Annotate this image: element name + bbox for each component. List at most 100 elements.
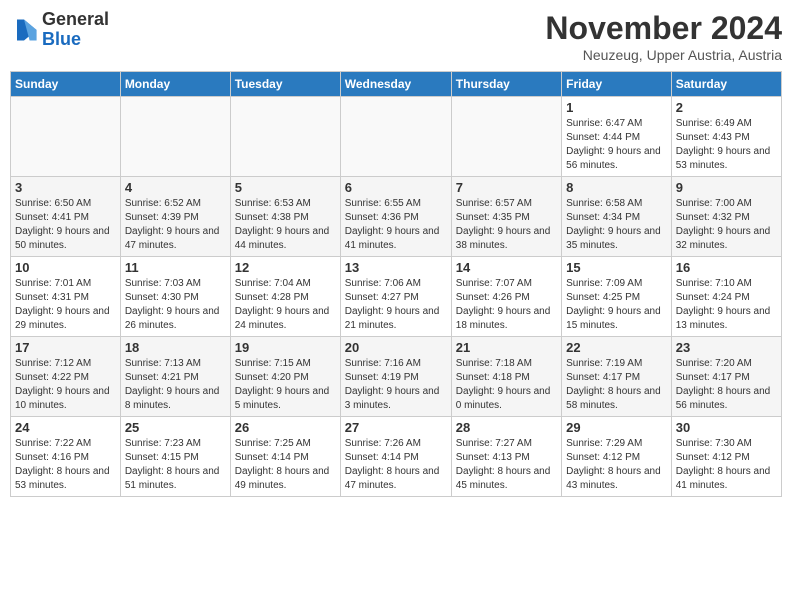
day-info: Sunrise: 7:29 AM Sunset: 4:12 PM Dayligh… — [566, 437, 667, 493]
day-info: Sunrise: 7:30 AM Sunset: 4:12 PM Dayligh… — [676, 437, 777, 493]
day-info: Sunrise: 7:26 AM Sunset: 4:14 PM Dayligh… — [345, 437, 447, 493]
day-number: 10 — [15, 260, 116, 275]
day-info: Sunrise: 7:13 AM Sunset: 4:21 PM Dayligh… — [125, 357, 226, 413]
calendar-day-cell — [120, 97, 230, 177]
calendar-day-cell: 9 Sunrise: 7:00 AM Sunset: 4:32 PM Daylig… — [671, 177, 781, 257]
day-number: 2 — [676, 100, 777, 115]
day-number: 17 — [15, 340, 116, 355]
calendar-day-cell: 10 Sunrise: 7:01 AM Sunset: 4:31 PM Dayli… — [11, 257, 121, 337]
day-info: Sunrise: 7:27 AM Sunset: 4:13 PM Dayligh… — [456, 437, 557, 493]
day-info: Sunrise: 7:10 AM Sunset: 4:24 PM Dayligh… — [676, 277, 777, 333]
day-info: Sunrise: 7:18 AM Sunset: 4:18 PM Dayligh… — [456, 357, 557, 413]
calendar-day-cell — [11, 97, 121, 177]
day-number: 5 — [235, 180, 336, 195]
day-number: 16 — [676, 260, 777, 275]
day-number: 14 — [456, 260, 557, 275]
calendar-day-cell: 23Sunrise: 7:20 AM Sunset: 4:17 PM Dayli… — [671, 337, 781, 417]
day-number: 9 — [676, 180, 777, 195]
day-info: Sunrise: 6:50 AM Sunset: 4:41 PM Dayligh… — [15, 197, 116, 253]
day-number: 11 — [125, 260, 226, 275]
day-info: Sunrise: 7:03 AM Sunset: 4:30 PM Dayligh… — [125, 277, 226, 333]
calendar-day-cell: 21 Sunrise: 7:18 AM Sunset: 4:18 PM Dayli… — [451, 337, 561, 417]
weekday-header-cell: Tuesday — [230, 72, 340, 97]
day-info: Sunrise: 7:07 AM Sunset: 4:26 PM Dayligh… — [456, 277, 557, 333]
calendar-week-row: 24 Sunrise: 7:22 AM Sunset: 4:16 PM Dayli… — [11, 417, 782, 497]
day-number: 22 — [566, 340, 667, 355]
calendar-table: SundayMondayTuesdayWednesdayThursdayFrid… — [10, 71, 782, 497]
day-info: Sunrise: 7:09 AM Sunset: 4:25 PM Dayligh… — [566, 277, 667, 333]
calendar-day-cell: 24 Sunrise: 7:22 AM Sunset: 4:16 PM Dayli… — [11, 417, 121, 497]
day-number: 28 — [456, 420, 557, 435]
calendar-day-cell: 7 Sunrise: 6:57 AM Sunset: 4:35 PM Daylig… — [451, 177, 561, 257]
calendar-day-cell: 13 Sunrise: 7:06 AM Sunset: 4:27 PM Dayli… — [340, 257, 451, 337]
weekday-header-row: SundayMondayTuesdayWednesdayThursdayFrid… — [11, 72, 782, 97]
weekday-header-cell: Wednesday — [340, 72, 451, 97]
day-number: 24 — [15, 420, 116, 435]
day-info: Sunrise: 7:12 AM Sunset: 4:22 PM Dayligh… — [15, 357, 116, 413]
calendar-day-cell: 4 Sunrise: 6:52 AM Sunset: 4:39 PM Daylig… — [120, 177, 230, 257]
day-info: Sunrise: 7:25 AM Sunset: 4:14 PM Dayligh… — [235, 437, 336, 493]
day-info: Sunrise: 6:49 AM Sunset: 4:43 PM Dayligh… — [676, 117, 777, 173]
month-year-title: November 2024 — [545, 10, 782, 47]
calendar-day-cell: 11 Sunrise: 7:03 AM Sunset: 4:30 PM Dayli… — [120, 257, 230, 337]
calendar-day-cell: 28 Sunrise: 7:27 AM Sunset: 4:13 PM Dayli… — [451, 417, 561, 497]
day-info: Sunrise: 7:06 AM Sunset: 4:27 PM Dayligh… — [345, 277, 447, 333]
calendar-day-cell: 25 Sunrise: 7:23 AM Sunset: 4:15 PM Dayli… — [120, 417, 230, 497]
calendar-day-cell: 5 Sunrise: 6:53 AM Sunset: 4:38 PM Daylig… — [230, 177, 340, 257]
calendar-day-cell: 30Sunrise: 7:30 AM Sunset: 4:12 PM Dayli… — [671, 417, 781, 497]
calendar-day-cell: 6Sunrise: 6:55 AM Sunset: 4:36 PM Daylig… — [340, 177, 451, 257]
day-info: Sunrise: 6:57 AM Sunset: 4:35 PM Dayligh… — [456, 197, 557, 253]
logo: General Blue — [10, 10, 109, 50]
calendar-week-row: 17 Sunrise: 7:12 AM Sunset: 4:22 PM Dayli… — [11, 337, 782, 417]
calendar-week-row: 3 Sunrise: 6:50 AM Sunset: 4:41 PM Daylig… — [11, 177, 782, 257]
day-number: 21 — [456, 340, 557, 355]
calendar-day-cell: 16 Sunrise: 7:10 AM Sunset: 4:24 PM Dayli… — [671, 257, 781, 337]
calendar-day-cell: 20 Sunrise: 7:16 AM Sunset: 4:19 PM Dayli… — [340, 337, 451, 417]
location-subtitle: Neuzeug, Upper Austria, Austria — [545, 47, 782, 63]
day-number: 26 — [235, 420, 336, 435]
day-number: 13 — [345, 260, 447, 275]
calendar-day-cell: 19Sunrise: 7:15 AM Sunset: 4:20 PM Dayli… — [230, 337, 340, 417]
weekday-header-cell: Thursday — [451, 72, 561, 97]
day-number: 27 — [345, 420, 447, 435]
day-info: Sunrise: 7:23 AM Sunset: 4:15 PM Dayligh… — [125, 437, 226, 493]
day-info: Sunrise: 7:15 AM Sunset: 4:20 PM Dayligh… — [235, 357, 336, 413]
day-number: 3 — [15, 180, 116, 195]
day-number: 8 — [566, 180, 667, 195]
calendar-day-cell: 14 Sunrise: 7:07 AM Sunset: 4:26 PM Dayli… — [451, 257, 561, 337]
day-number: 18 — [125, 340, 226, 355]
day-number: 12 — [235, 260, 336, 275]
day-number: 7 — [456, 180, 557, 195]
day-info: Sunrise: 6:52 AM Sunset: 4:39 PM Dayligh… — [125, 197, 226, 253]
day-info: Sunrise: 6:53 AM Sunset: 4:38 PM Dayligh… — [235, 197, 336, 253]
calendar-day-cell: 27 Sunrise: 7:26 AM Sunset: 4:14 PM Dayli… — [340, 417, 451, 497]
calendar-day-cell: 22Sunrise: 7:19 AM Sunset: 4:17 PM Dayli… — [562, 337, 672, 417]
calendar-day-cell: 18 Sunrise: 7:13 AM Sunset: 4:21 PM Dayli… — [120, 337, 230, 417]
calendar-day-cell: 15 Sunrise: 7:09 AM Sunset: 4:25 PM Dayli… — [562, 257, 672, 337]
calendar-day-cell — [340, 97, 451, 177]
logo-icon — [10, 16, 38, 44]
day-info: Sunrise: 7:00 AM Sunset: 4:32 PM Dayligh… — [676, 197, 777, 253]
calendar-day-cell: 17 Sunrise: 7:12 AM Sunset: 4:22 PM Dayli… — [11, 337, 121, 417]
calendar-day-cell: 1 Sunrise: 6:47 AM Sunset: 4:44 PM Daylig… — [562, 97, 672, 177]
weekday-header-cell: Sunday — [11, 72, 121, 97]
day-info: Sunrise: 6:47 AM Sunset: 4:44 PM Dayligh… — [566, 117, 667, 173]
day-info: Sunrise: 7:16 AM Sunset: 4:19 PM Dayligh… — [345, 357, 447, 413]
day-number: 1 — [566, 100, 667, 115]
day-info: Sunrise: 6:55 AM Sunset: 4:36 PM Dayligh… — [345, 197, 447, 253]
day-number: 15 — [566, 260, 667, 275]
day-number: 29 — [566, 420, 667, 435]
calendar-day-cell: 2 Sunrise: 6:49 AM Sunset: 4:43 PM Daylig… — [671, 97, 781, 177]
page-header: General Blue November 2024 Neuzeug, Uppe… — [10, 10, 782, 63]
day-info: Sunrise: 6:58 AM Sunset: 4:34 PM Dayligh… — [566, 197, 667, 253]
day-info: Sunrise: 7:22 AM Sunset: 4:16 PM Dayligh… — [15, 437, 116, 493]
day-info: Sunrise: 7:01 AM Sunset: 4:31 PM Dayligh… — [15, 277, 116, 333]
calendar-day-cell: 3 Sunrise: 6:50 AM Sunset: 4:41 PM Daylig… — [11, 177, 121, 257]
weekday-header-cell: Monday — [120, 72, 230, 97]
day-number: 4 — [125, 180, 226, 195]
day-number: 20 — [345, 340, 447, 355]
calendar-day-cell: 29 Sunrise: 7:29 AM Sunset: 4:12 PM Dayli… — [562, 417, 672, 497]
day-info: Sunrise: 7:20 AM Sunset: 4:17 PM Dayligh… — [676, 357, 777, 413]
calendar-week-row: 10 Sunrise: 7:01 AM Sunset: 4:31 PM Dayli… — [11, 257, 782, 337]
day-number: 25 — [125, 420, 226, 435]
